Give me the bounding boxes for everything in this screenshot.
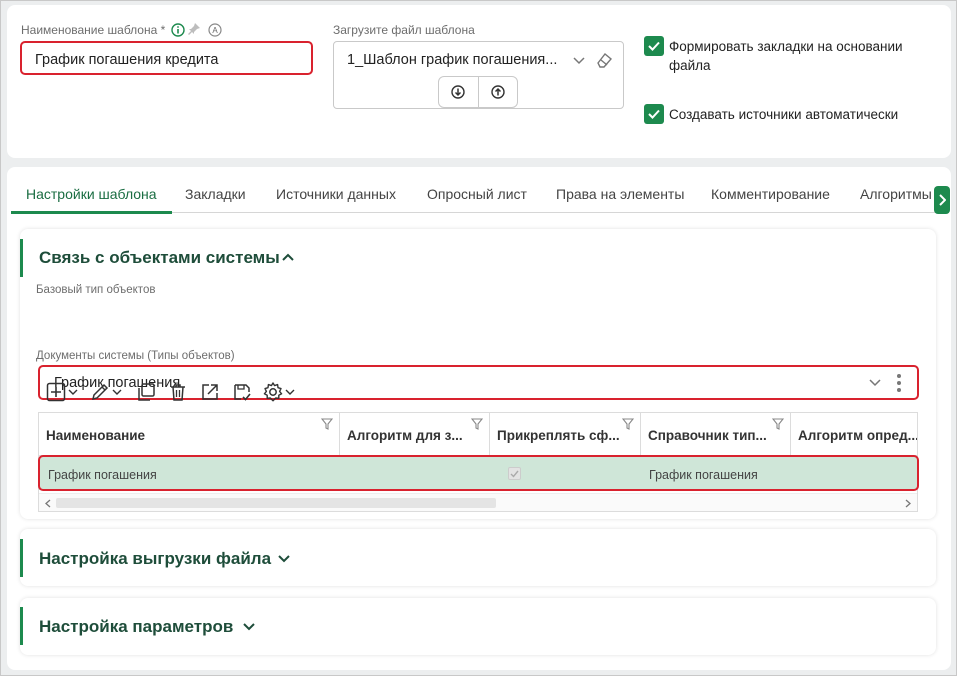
chevron-down-icon — [112, 389, 122, 396]
column-header-name[interactable]: Наименование — [39, 413, 340, 455]
trash-icon — [168, 382, 188, 402]
section-system-objects: Связь с объектами системы Базовый тип об… — [20, 229, 936, 519]
sources-checkbox[interactable] — [644, 104, 664, 124]
edit-button[interactable] — [90, 380, 122, 404]
scroll-left-icon[interactable] — [43, 497, 53, 509]
tab-algorithms[interactable]: Алгоритмы — [860, 186, 932, 202]
tab-template-settings[interactable]: Настройки шаблона — [26, 186, 157, 202]
filter-icon[interactable] — [321, 418, 333, 430]
file-name: 1_Шаблон график погашения... — [347, 52, 558, 68]
scrollbar-thumb[interactable] — [56, 498, 496, 508]
delete-button[interactable] — [168, 380, 188, 404]
download-button[interactable] — [439, 77, 478, 107]
file-upload-label: Загрузите файл шаблона — [333, 23, 475, 37]
external-link-icon — [200, 382, 220, 402]
section-accent-bar — [20, 239, 23, 277]
documents-label: Документы системы (Типы объектов) — [36, 350, 235, 362]
info-icon[interactable] — [171, 23, 185, 37]
column-header-label: Справочник тип... — [648, 428, 767, 443]
chevron-down-icon — [285, 389, 295, 396]
chevron-right-icon — [938, 194, 946, 206]
section-title[interactable]: Связь с объектами системы — [39, 248, 280, 268]
pin-icon[interactable] — [187, 22, 201, 36]
bookmarks-checkbox-label: Формировать закладки на основании файла — [669, 39, 903, 73]
save-check-icon — [232, 382, 252, 402]
column-header-attach[interactable]: Прикреплять сф... — [490, 413, 641, 455]
template-name-input[interactable]: График погашения кредита — [20, 41, 313, 75]
add-button[interactable] — [46, 380, 78, 404]
filter-icon[interactable] — [471, 418, 483, 430]
tab-commenting[interactable]: Комментирование — [711, 186, 830, 202]
column-header-directory[interactable]: Справочник тип... — [641, 413, 791, 455]
tab-bookmarks[interactable]: Закладки — [185, 186, 246, 202]
column-header-label: Наименование — [46, 428, 146, 443]
copy-button[interactable] — [136, 380, 156, 404]
active-tab-indicator — [11, 211, 172, 214]
auto-translate-icon[interactable]: A — [208, 23, 222, 37]
horizontal-scrollbar[interactable] — [39, 493, 917, 511]
template-name-label: Наименование шаблона * — [21, 23, 166, 37]
scroll-right-icon[interactable] — [903, 497, 913, 509]
open-external-button[interactable] — [200, 380, 220, 404]
save-check-button[interactable] — [232, 380, 252, 404]
chevron-down-icon[interactable] — [242, 620, 256, 634]
sources-checkbox-label: Создавать источники автоматически — [669, 107, 899, 122]
selected-row-highlight — [38, 455, 919, 491]
filter-icon[interactable] — [622, 418, 634, 430]
column-header-label: Алгоритм опред... — [798, 428, 918, 443]
svg-text:A: A — [212, 26, 218, 35]
template-settings-card: Настройки шаблона Закладки Источники дан… — [7, 167, 951, 670]
copy-icon — [136, 382, 156, 402]
upload-button[interactable] — [477, 77, 518, 107]
tab-bar: Настройки шаблона Закладки Источники дан… — [11, 181, 935, 214]
chevron-down-icon[interactable] — [868, 378, 882, 388]
section-accent-bar — [20, 539, 23, 577]
tab-element-rights[interactable]: Права на элементы — [556, 186, 684, 202]
section-accent-bar — [20, 607, 23, 645]
upload-icon — [491, 85, 505, 99]
bookmarks-checkbox[interactable] — [644, 36, 664, 56]
filter-icon[interactable] — [772, 418, 784, 430]
section-title[interactable]: Настройка параметров — [39, 617, 233, 637]
gear-icon — [262, 381, 284, 403]
section-parameters: Настройка параметров — [20, 598, 936, 655]
more-vertical-icon[interactable] — [894, 372, 904, 394]
chevron-up-icon[interactable] — [281, 250, 295, 264]
chevron-down-icon[interactable] — [277, 552, 291, 566]
template-header-card: Наименование шаблона * A График погашени… — [7, 5, 951, 158]
section-file-export: Настройка выгрузки файла — [20, 529, 936, 586]
eraser-icon[interactable] — [594, 50, 614, 70]
template-name-value: График погашения кредита — [35, 52, 219, 68]
tabs-scroll-right-button[interactable] — [934, 186, 950, 214]
chevron-down-icon[interactable] — [572, 54, 586, 68]
settings-button[interactable] — [262, 380, 295, 404]
column-header-label: Прикреплять сф... — [497, 428, 620, 443]
column-header-algorithm[interactable]: Алгоритм для з... — [340, 413, 490, 455]
tab-data-sources[interactable]: Источники данных — [276, 186, 396, 202]
base-type-label: Базовый тип объектов — [36, 284, 156, 296]
section-title[interactable]: Настройка выгрузки файла — [39, 549, 271, 569]
tab-questionnaire[interactable]: Опросный лист — [427, 186, 527, 202]
download-icon — [451, 85, 465, 99]
chevron-down-icon — [68, 389, 78, 396]
add-icon — [46, 382, 66, 402]
column-header-label: Алгоритм для з... — [347, 428, 463, 443]
pencil-icon — [90, 382, 110, 402]
file-upload-field[interactable]: 1_Шаблон график погашения... — [333, 41, 624, 109]
column-header-algorithm-def[interactable]: Алгоритм опред... — [791, 413, 918, 455]
